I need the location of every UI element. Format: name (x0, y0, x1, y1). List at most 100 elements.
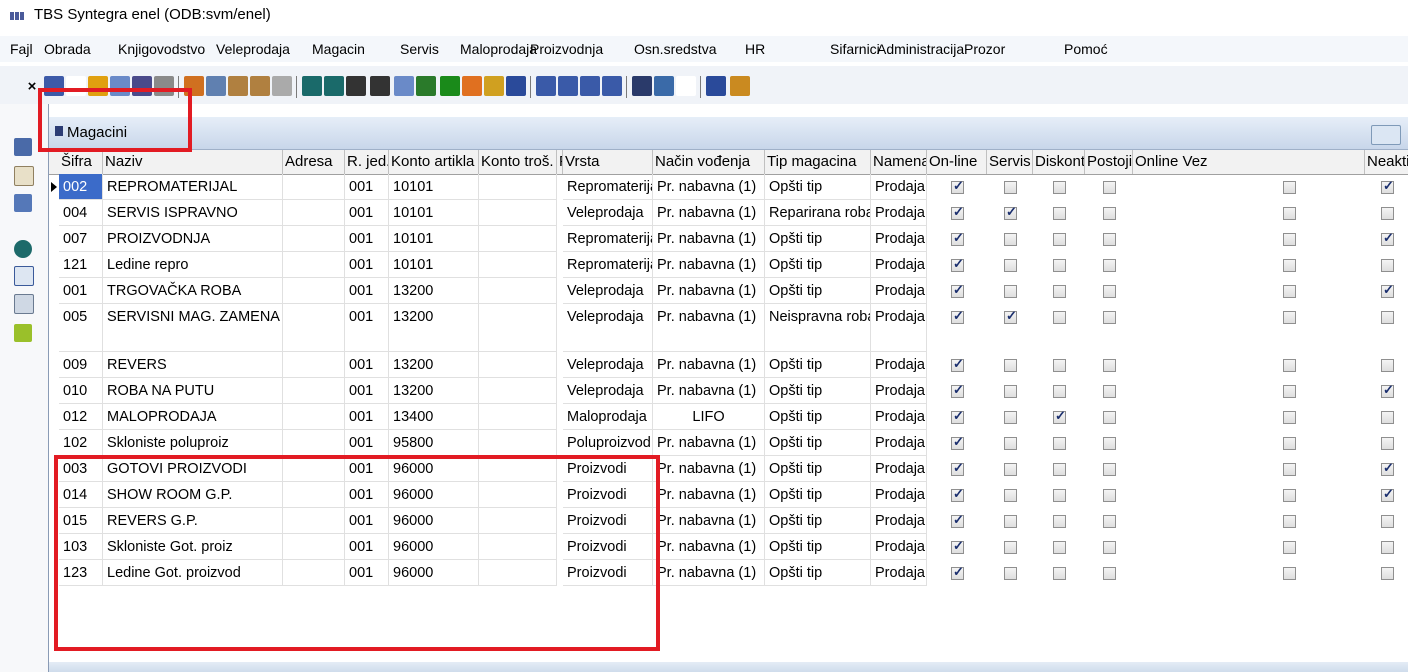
checkbox-servis[interactable] (1004, 308, 1017, 324)
edit-icon[interactable] (654, 76, 674, 96)
cell-rjed[interactable]: 001 (345, 278, 389, 304)
checkbox-online[interactable] (951, 408, 964, 424)
cell-konto[interactable]: 96000 (389, 482, 479, 508)
checkbox-online[interactable] (951, 538, 964, 554)
menu-item-obrada[interactable]: Obrada (44, 41, 91, 57)
tree-icon[interactable] (416, 76, 436, 96)
form-icon[interactable] (676, 76, 696, 96)
cell-vrsta[interactable]: Proizvodi (563, 560, 653, 586)
exit-icon[interactable] (730, 76, 750, 96)
cell-konto[interactable]: 95800 (389, 430, 479, 456)
checkbox-diskont[interactable] (1053, 181, 1066, 194)
cell-adresa[interactable] (283, 534, 345, 560)
cell-konto[interactable]: 10101 (389, 200, 479, 226)
next-icon[interactable] (346, 76, 366, 96)
cell-namena[interactable]: Prodaja (871, 252, 927, 278)
menu-item-magacin[interactable]: Magacin (312, 41, 365, 57)
cell-rjed[interactable]: 001 (345, 482, 389, 508)
checkbox-online-vez[interactable] (1283, 411, 1296, 424)
minimize-button[interactable] (1371, 125, 1401, 145)
checkbox-postoji[interactable] (1103, 489, 1116, 502)
column-header[interactable]: Konto artikla (389, 150, 479, 174)
database-icon[interactable] (14, 240, 32, 258)
checkbox-postoji[interactable] (1103, 359, 1116, 372)
checkbox-online-vez[interactable] (1283, 567, 1296, 580)
cell-namena[interactable]: Prodaja (871, 278, 927, 304)
cell-tip[interactable]: Opšti tip (765, 252, 871, 278)
checkbox-neaktiv[interactable] (1381, 178, 1394, 194)
table-row[interactable]: 001 TRGOVAČKA ROBA 001 13200 Veleprodaja Pr. … (49, 278, 1408, 304)
checkbox-online-vez[interactable] (1283, 541, 1296, 554)
checkbox-postoji[interactable] (1103, 233, 1116, 246)
help-icon[interactable] (706, 76, 726, 96)
previous-icon[interactable] (370, 76, 390, 96)
menu-item-hr[interactable]: HR (745, 41, 765, 57)
cell-konto-tros[interactable] (479, 534, 557, 560)
cell-sifra[interactable]: 103 (59, 534, 103, 560)
column-header[interactable]: Konto troš. (479, 150, 557, 174)
table-row[interactable]: 010 ROBA NA PUTU 001 13200 Veleprodaja Pr. na… (49, 378, 1408, 404)
table-row[interactable]: 004 SERVIS ISPRAVNO 001 10101 Veleprodaja Pr.… (49, 200, 1408, 226)
checkbox-online[interactable] (951, 434, 964, 450)
cell-sifra[interactable]: 123 (59, 560, 103, 586)
save-icon[interactable] (44, 76, 64, 96)
cell-konto-tros[interactable] (479, 430, 557, 456)
menu-item-maloprodaja[interactable]: Maloprodaja (460, 41, 537, 57)
cell-naziv[interactable]: REPROMATERIJAL (103, 174, 283, 200)
cell-vrsta[interactable]: Proizvodi (563, 482, 653, 508)
cell-tip[interactable]: Opšti tip (765, 430, 871, 456)
cell-nacin[interactable]: Pr. nabavna (1) (653, 226, 765, 252)
cell-namena[interactable]: Prodaja (871, 508, 927, 534)
cell-adresa[interactable] (283, 226, 345, 252)
cell-konto-tros[interactable] (479, 278, 557, 304)
cell-nacin[interactable]: Pr. nabavna (1) (653, 430, 765, 456)
cell-vrsta[interactable]: Veleprodaja (563, 304, 653, 352)
last-record-icon[interactable] (324, 76, 344, 96)
cell-rjed[interactable]: 001 (345, 560, 389, 586)
checkbox-neaktiv[interactable] (1381, 259, 1394, 272)
table-icon[interactable] (250, 76, 270, 96)
cell-adresa[interactable] (283, 174, 345, 200)
cell-naziv[interactable]: SERVIS ISPRAVNO (103, 200, 283, 226)
cell-namena[interactable]: Prodaja (871, 352, 927, 378)
print-preview-icon[interactable] (110, 76, 130, 96)
cell-konto[interactable]: 10101 (389, 174, 479, 200)
column-header[interactable]: Tip magacina (765, 150, 871, 174)
checkbox-servis[interactable] (1004, 204, 1017, 220)
cell-konto[interactable]: 13200 (389, 278, 479, 304)
undo-icon[interactable] (88, 76, 108, 96)
column-header[interactable]: Vrsta (563, 150, 653, 174)
cell-vrsta[interactable]: Proizvodi (563, 508, 653, 534)
cell-rjed[interactable]: 001 (345, 534, 389, 560)
checkbox-servis[interactable] (1004, 285, 1017, 298)
cell-namena[interactable]: Prodaja (871, 560, 927, 586)
tools-icon[interactable] (484, 76, 504, 96)
column-header[interactable]: Servis (987, 150, 1033, 174)
checkbox-servis[interactable] (1004, 541, 1017, 554)
paste-icon[interactable] (228, 76, 248, 96)
checkbox-diskont[interactable] (1053, 515, 1066, 528)
cell-nacin[interactable]: Pr. nabavna (1) (653, 304, 765, 352)
checkbox-diskont[interactable] (1053, 285, 1066, 298)
checkbox-online[interactable] (951, 486, 964, 502)
cell-adresa[interactable] (283, 278, 345, 304)
cell-rjed[interactable]: 001 (345, 252, 389, 278)
checkbox-neaktiv[interactable] (1381, 230, 1394, 246)
cell-konto[interactable]: 10101 (389, 226, 479, 252)
calculator-icon[interactable] (632, 76, 652, 96)
checkbox-postoji[interactable] (1103, 181, 1116, 194)
cell-sifra[interactable]: 014 (59, 482, 103, 508)
checkbox-online[interactable] (951, 282, 964, 298)
checkbox-servis[interactable] (1004, 359, 1017, 372)
checkbox-neaktiv[interactable] (1381, 207, 1394, 220)
cell-konto-tros[interactable] (479, 174, 557, 200)
cell-sifra[interactable]: 005 (59, 304, 103, 352)
cell-nacin[interactable]: Pr. nabavna (1) (653, 200, 765, 226)
column-header[interactable]: Šifra (59, 150, 103, 174)
cell-konto-tros[interactable] (479, 560, 557, 586)
checkbox-online[interactable] (951, 178, 964, 194)
column-header[interactable]: Postoji (1085, 150, 1133, 174)
cell-adresa[interactable] (283, 304, 345, 352)
cell-adresa[interactable] (283, 252, 345, 278)
first-record-icon[interactable] (302, 76, 322, 96)
